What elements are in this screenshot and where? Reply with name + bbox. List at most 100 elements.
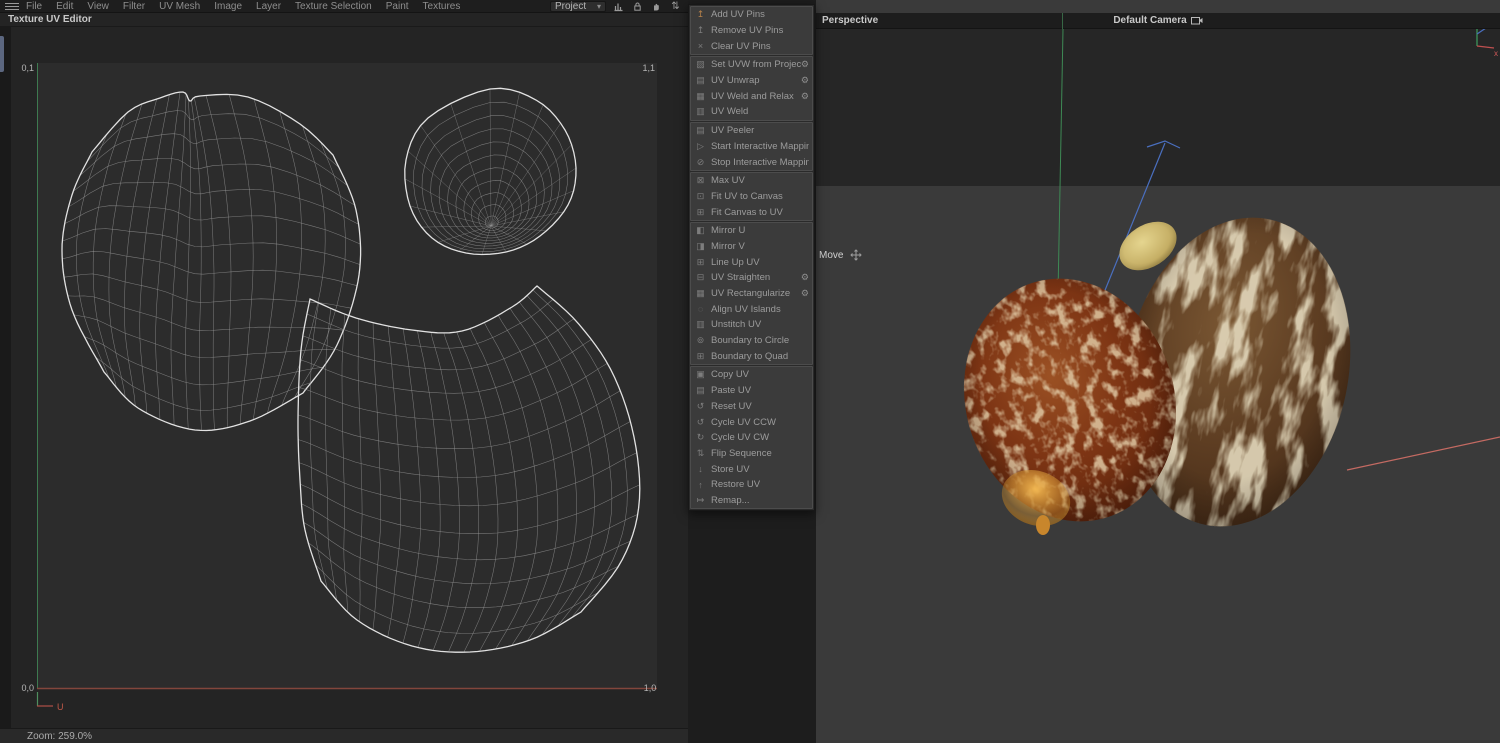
menu-item-fit-canvas-to-uv[interactable]: ⊞ Fit Canvas to UV — [691, 204, 812, 220]
menu-item-align-uv-islands[interactable]: ◌ Align UV Islands — [691, 301, 812, 317]
menu-item-restore-uv[interactable]: ↑ Restore UV — [691, 477, 812, 493]
perspective-viewport[interactable]: Y x Move — [816, 29, 1500, 727]
menu-layer[interactable]: Layer — [249, 0, 288, 13]
move-icon — [850, 249, 863, 261]
menu-icon[interactable] — [5, 0, 19, 13]
paste-icon: ▤ — [696, 385, 705, 396]
menu-texture-selection[interactable]: Texture Selection — [288, 0, 379, 13]
menu-item-label: Clear UV Pins — [711, 40, 771, 52]
gear-icon[interactable]: ⚙ — [801, 75, 809, 86]
updown-icon[interactable]: ⇅ — [669, 0, 682, 12]
menu-item-label: UV Rectangularize — [711, 288, 791, 300]
menu-item-remap[interactable]: ↦ Remap... — [691, 493, 812, 509]
store-icon: ↓ — [698, 464, 703, 475]
uv-unit-square — [37, 63, 657, 688]
remap-icon: ↦ — [696, 494, 705, 505]
menu-item-clear-uv-pins[interactable]: × Clear UV Pins — [691, 38, 812, 54]
menu-item-remove-uv-pins[interactable]: ↥ Remove UV Pins — [691, 23, 812, 39]
menu-item-uv-unwrap[interactable]: ▤ UV Unwrap ⚙ — [691, 73, 812, 89]
mirror-u-icon: ◧ — [696, 225, 705, 236]
menu-file[interactable]: File — [19, 0, 49, 13]
gizmo-x-label: x — [1494, 49, 1498, 58]
uv-canvas[interactable]: 0,1 1,1 0,0 1,0 U — [11, 27, 688, 728]
histogram-icon[interactable] — [612, 0, 625, 12]
menu-group: ⊠ Max UV ⊡ Fit UV to Canvas ⊞ Fit Canvas to U… — [690, 171, 813, 221]
menu-textures[interactable]: Textures — [416, 0, 468, 13]
menu-item-uv-weld[interactable]: ▥ UV Weld — [691, 104, 812, 120]
menu-item-stop-interactive-mapping[interactable]: ⊘ Stop Interactive Mapping — [691, 154, 812, 170]
flip-icon: ⇅ — [696, 447, 705, 458]
menu-item-uv-peeler[interactable]: ▤ UV Peeler — [691, 123, 812, 139]
menu-item-label: Align UV Islands — [711, 303, 781, 315]
menu-group: ▣ Copy UV ▤ Paste UV ↺ Reset UV ↺ Cycle UV CCW ↻… — [690, 366, 813, 510]
menu-item-start-interactive-mapping[interactable]: ▷ Start Interactive Mapping — [691, 139, 812, 155]
viewport-header: Perspective Default Camera — [816, 13, 1500, 29]
uv-statusbar: Zoom: 259.0% — [0, 728, 688, 743]
menu-item-flip-sequence[interactable]: ⇅ Flip Sequence — [691, 446, 812, 462]
menu-paint[interactable]: Paint — [379, 0, 416, 13]
menu-item-mirror-u[interactable]: ◧ Mirror U — [691, 223, 812, 239]
uv-menu-items: File Edit View Filter UV Mesh Image Layer Textu… — [19, 0, 467, 13]
gear-icon[interactable]: ⚙ — [801, 272, 809, 283]
menu-item-fit-uv-to-canvas[interactable]: ⊡ Fit UV to Canvas — [691, 189, 812, 205]
project-dropdown[interactable]: Project ▾ — [550, 0, 606, 12]
unwrap-icon: ▤ — [696, 75, 705, 86]
menu-item-boundary-to-circle[interactable]: ⊚ Boundary to Circle — [691, 333, 812, 349]
menu-item-set-uvw-from-projection[interactable]: ▨ Set UVW from Projection⚙ — [691, 57, 812, 73]
menu-item-label: Set UVW from Projection — [711, 59, 801, 71]
active-tab-indicator[interactable] — [0, 36, 4, 72]
menu-item-reset-uv[interactable]: ↺ Reset UV — [691, 399, 812, 415]
mirror-v-icon: ◨ — [696, 240, 705, 251]
menu-item-label: UV Weld — [711, 106, 749, 118]
rectangularize-icon: ▦ — [696, 288, 705, 299]
menu-item-mirror-v[interactable]: ◨ Mirror V — [691, 239, 812, 255]
menu-item-cycle-uv-ccw[interactable]: ↺ Cycle UV CCW — [691, 414, 812, 430]
menu-item-label: Cycle UV CW — [711, 432, 770, 444]
peeler-icon: ▤ — [696, 125, 705, 136]
viewport-sky — [816, 29, 1500, 186]
menu-item-label: Store UV — [711, 463, 750, 475]
menu-item-label: Boundary to Circle — [711, 335, 790, 347]
menu-item-label: Start Interactive Mapping — [711, 140, 809, 152]
panel-title: Texture UV Editor — [0, 13, 688, 27]
menu-edit[interactable]: Edit — [49, 0, 80, 13]
menu-item-label: Boundary to Quad — [711, 350, 789, 362]
menu-item-copy-uv[interactable]: ▣ Copy UV — [691, 367, 812, 383]
menu-item-store-uv[interactable]: ↓ Store UV — [691, 461, 812, 477]
menu-item-line-up-uv[interactable]: ⊞ Line Up UV — [691, 254, 812, 270]
uv-corner-00: 0,0 — [21, 683, 34, 693]
uv-toolbar: Project ▾ ⇅ — [550, 0, 688, 12]
menu-item-max-uv[interactable]: ⊠ Max UV — [691, 173, 812, 189]
menu-item-boundary-to-quad[interactable]: ⊞ Boundary to Quad — [691, 348, 812, 364]
project-dropdown-label: Project — [555, 0, 587, 12]
menu-item-label: UV Unwrap — [711, 75, 760, 87]
menu-item-label: Mirror U — [711, 225, 746, 237]
menu-item-label: Remap... — [711, 494, 750, 506]
menu-item-uv-straighten[interactable]: ⊟ UV Straighten ⚙ — [691, 270, 812, 286]
menu-item-add-uv-pins[interactable]: ↥ Add UV Pins — [691, 7, 812, 23]
gear-icon[interactable]: ⚙ — [801, 91, 809, 102]
lock-icon[interactable] — [631, 0, 644, 12]
menu-image[interactable]: Image — [207, 0, 249, 13]
uv-corner-01: 0,1 — [21, 63, 34, 73]
menu-filter[interactable]: Filter — [116, 0, 152, 13]
texture-uv-editor-pane: File Edit View Filter UV Mesh Image Layer Textu… — [0, 0, 688, 743]
menu-item-paste-uv[interactable]: ▤ Paste UV — [691, 383, 812, 399]
menu-item-uv-rectangularize[interactable]: ▦ UV Rectangularize ⚙ — [691, 286, 812, 302]
weld-relax-icon: ▦ — [696, 90, 705, 101]
menu-item-cycle-uv-cw[interactable]: ↻ Cycle UV CW — [691, 430, 812, 446]
gear-icon[interactable]: ⚙ — [801, 59, 809, 70]
gear-icon[interactable]: ⚙ — [801, 288, 809, 299]
menu-view[interactable]: View — [80, 0, 116, 13]
uv-canvas-area[interactable]: 0,1 1,1 0,0 1,0 U — [0, 27, 688, 728]
camera-label[interactable]: Default Camera — [816, 15, 1500, 26]
quad-icon: ⊞ — [696, 350, 705, 361]
copy-icon: ▣ — [696, 369, 705, 380]
menu-item-label: Stop Interactive Mapping — [711, 156, 809, 168]
pan-icon[interactable] — [650, 0, 663, 12]
clear-icon: × — [697, 41, 704, 52]
menu-item-uv-weld-and-relax[interactable]: ▦ UV Weld and Relax ⚙ — [691, 88, 812, 104]
menu-uv-mesh[interactable]: UV Mesh — [152, 0, 207, 13]
menu-item-unstitch-uv[interactable]: ▥ Unstitch UV — [691, 317, 812, 333]
fit-canvas-icon: ⊞ — [696, 206, 705, 217]
